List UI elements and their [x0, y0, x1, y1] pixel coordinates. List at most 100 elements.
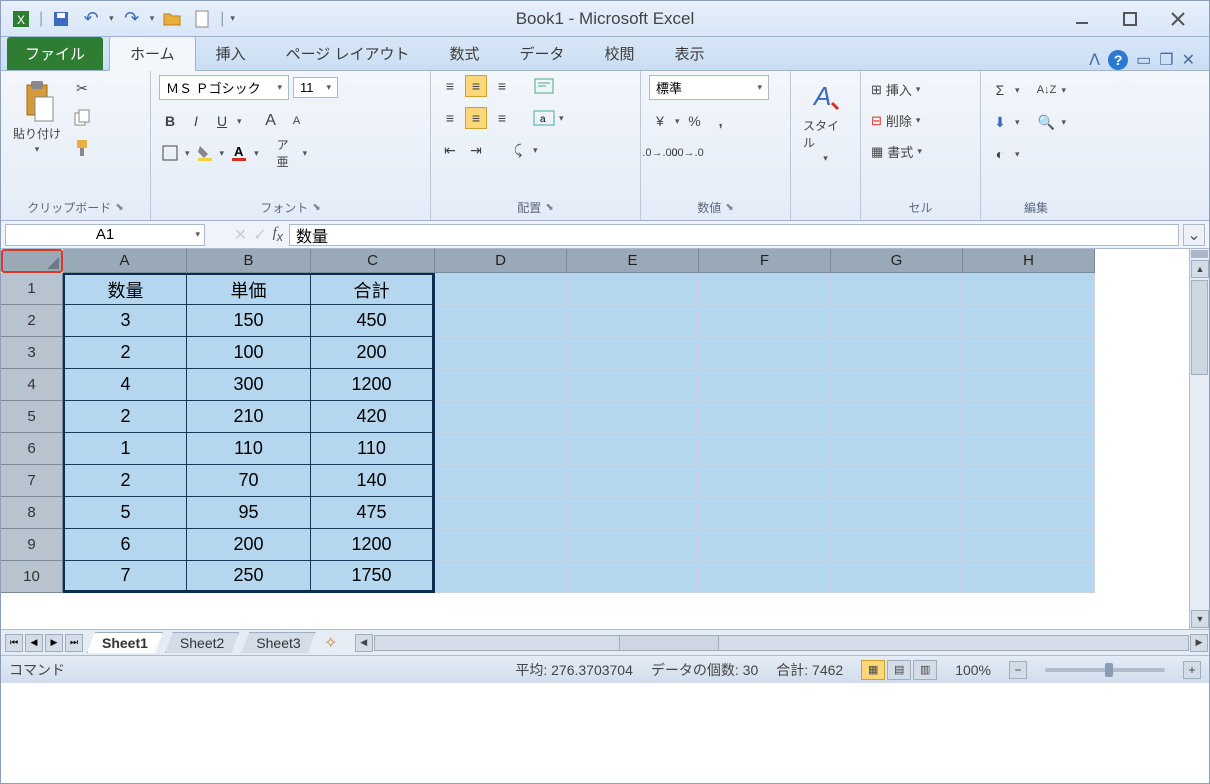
window-restore-icon[interactable]: ❐ [1159, 50, 1173, 70]
window-close-icon[interactable]: ✕ [1182, 50, 1195, 70]
cell-E5[interactable] [567, 401, 699, 433]
cell-A1[interactable]: 数量 [63, 273, 187, 305]
decrease-indent-icon[interactable]: ⇤ [439, 139, 461, 161]
increase-indent-icon[interactable]: ⇥ [465, 139, 487, 161]
cell-D7[interactable] [435, 465, 567, 497]
new-doc-icon[interactable] [190, 7, 214, 31]
cell-D2[interactable] [435, 305, 567, 337]
zoom-level[interactable]: 100% [955, 662, 991, 678]
cell-G3[interactable] [831, 337, 963, 369]
cell-H10[interactable] [963, 561, 1095, 593]
pagelayout-tab[interactable]: ページ レイアウト [266, 37, 430, 70]
cut-icon[interactable]: ✂ [71, 77, 93, 99]
cell-F4[interactable] [699, 369, 831, 401]
wrap-text-icon[interactable] [533, 75, 555, 97]
underline-icon[interactable]: U [211, 110, 233, 132]
row-header-8[interactable]: 8 [1, 497, 63, 529]
file-tab[interactable]: ファイル [7, 37, 103, 70]
cell-H5[interactable] [963, 401, 1095, 433]
cell-F9[interactable] [699, 529, 831, 561]
cell-G10[interactable] [831, 561, 963, 593]
merge-center-icon[interactable]: a [533, 107, 555, 129]
qat-customize-dropdown[interactable]: ▾ [230, 13, 235, 24]
sort-filter-icon[interactable]: A↓Z [1036, 79, 1058, 101]
cell-E6[interactable] [567, 433, 699, 465]
close-button[interactable] [1167, 8, 1189, 30]
zoom-slider[interactable] [1045, 668, 1165, 672]
italic-icon[interactable]: I [185, 110, 207, 132]
new-sheet-icon[interactable]: ✧ [318, 633, 344, 653]
row-header-2[interactable]: 2 [1, 305, 63, 337]
formula-expand-icon[interactable]: ⌄ [1183, 224, 1205, 246]
cell-A4[interactable]: 4 [63, 369, 187, 401]
cell-F2[interactable] [699, 305, 831, 337]
cell-E2[interactable] [567, 305, 699, 337]
window-minimize-icon[interactable]: ▭ [1136, 50, 1151, 70]
review-tab[interactable]: 校閲 [585, 37, 655, 70]
cell-C8[interactable]: 475 [311, 497, 435, 529]
cell-G2[interactable] [831, 305, 963, 337]
insert-cells-button[interactable]: ⊞挿入▾ [869, 79, 922, 100]
cell-B9[interactable]: 200 [187, 529, 311, 561]
column-header-F[interactable]: F [699, 249, 831, 273]
select-all-corner[interactable] [1, 249, 63, 273]
row-header-1[interactable]: 1 [1, 273, 63, 305]
row-header-6[interactable]: 6 [1, 433, 63, 465]
redo-dropdown[interactable]: ▾ [150, 13, 155, 24]
format-cells-button[interactable]: ▦書式▾ [869, 141, 924, 162]
row-header-9[interactable]: 9 [1, 529, 63, 561]
cell-B6[interactable]: 110 [187, 433, 311, 465]
cell-E10[interactable] [567, 561, 699, 593]
align-top-icon[interactable]: ≡ [439, 75, 461, 97]
cell-E3[interactable] [567, 337, 699, 369]
cell-B7[interactable]: 70 [187, 465, 311, 497]
column-header-B[interactable]: B [187, 249, 311, 273]
cell-area[interactable]: 数量単価合計3150450210020043001200221042011101… [63, 273, 1095, 593]
find-icon[interactable]: 🔍 [1036, 111, 1058, 133]
insert-tab[interactable]: 挿入 [196, 37, 266, 70]
vscroll-thumb[interactable] [1191, 280, 1208, 375]
cell-D6[interactable] [435, 433, 567, 465]
clear-icon[interactable]: ◐ [989, 143, 1011, 165]
orientation-icon[interactable]: ⤹ [507, 139, 529, 161]
comma-icon[interactable]: , [710, 110, 732, 132]
fill-icon[interactable]: ⬇ [989, 111, 1011, 133]
decrease-decimal-icon[interactable]: .00→.0 [675, 142, 697, 164]
home-tab[interactable]: ホーム [109, 36, 196, 71]
formula-input[interactable]: 数量 [289, 224, 1179, 246]
cell-G8[interactable] [831, 497, 963, 529]
cell-F5[interactable] [699, 401, 831, 433]
ribbon-collapse-icon[interactable]: ᐱ [1089, 50, 1100, 70]
formulas-tab[interactable]: 数式 [429, 37, 499, 70]
autosum-icon[interactable]: Σ [989, 79, 1011, 101]
alignment-launcher-icon[interactable]: ⬊ [545, 202, 553, 213]
cell-D1[interactable] [435, 273, 567, 305]
column-header-H[interactable]: H [963, 249, 1095, 273]
undo-dropdown[interactable]: ▾ [109, 13, 114, 24]
cell-F1[interactable] [699, 273, 831, 305]
cell-E7[interactable] [567, 465, 699, 497]
clipboard-launcher-icon[interactable]: ⬊ [115, 202, 123, 213]
cell-H8[interactable] [963, 497, 1095, 529]
copy-icon[interactable] [71, 107, 93, 129]
cell-C2[interactable]: 450 [311, 305, 435, 337]
horizontal-scrollbar[interactable]: ◀ ▶ [354, 633, 1209, 653]
format-painter-icon[interactable] [71, 137, 93, 159]
zoom-out-icon[interactable]: − [1009, 661, 1027, 679]
cell-C5[interactable]: 420 [311, 401, 435, 433]
fill-color-icon[interactable] [194, 142, 216, 164]
row-header-4[interactable]: 4 [1, 369, 63, 401]
cell-H1[interactable] [963, 273, 1095, 305]
percent-icon[interactable]: % [684, 110, 706, 132]
column-header-C[interactable]: C [311, 249, 435, 273]
cell-D8[interactable] [435, 497, 567, 529]
cell-F6[interactable] [699, 433, 831, 465]
cell-G6[interactable] [831, 433, 963, 465]
cell-A3[interactable]: 2 [63, 337, 187, 369]
align-middle-icon[interactable]: ≡ [465, 75, 487, 97]
save-icon[interactable] [49, 7, 73, 31]
cell-A2[interactable]: 3 [63, 305, 187, 337]
cell-D4[interactable] [435, 369, 567, 401]
number-format-combo[interactable]: 標準▾ [649, 75, 769, 100]
scroll-down-icon[interactable]: ▼ [1191, 610, 1209, 628]
